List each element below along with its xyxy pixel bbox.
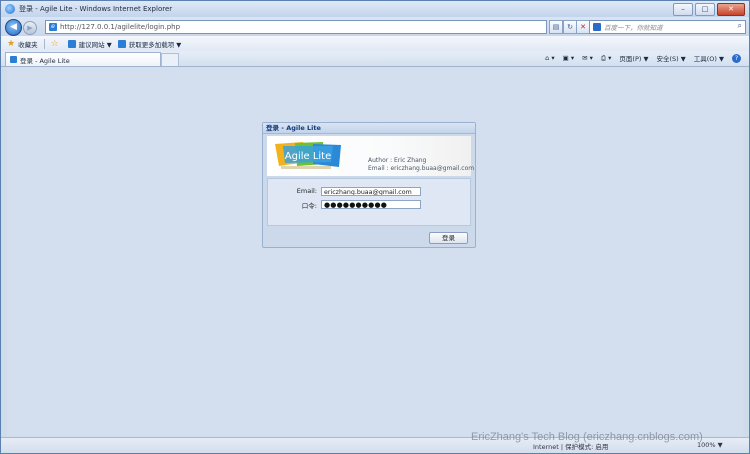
search-box[interactable]: 百度一下，你就知道 ⌕	[589, 20, 746, 34]
baidu-icon	[593, 23, 601, 31]
agile-lite-logo: Agile Lite	[275, 142, 341, 169]
favorites-bar: ★ 收藏夹 ☆ 建议网站 ▼ 获取更多加载项 ▼	[1, 36, 749, 52]
favorites-star-icon: ★	[7, 38, 16, 49]
safety-menu[interactable]: 安全(S) ▼	[656, 53, 685, 63]
tab-label: 登录 - Agile Lite	[20, 56, 70, 65]
suggested-sites-link[interactable]: 建议网站 ▼	[67, 39, 112, 49]
favorites-label: 收藏夹	[18, 40, 38, 49]
search-icon[interactable]: ⌕	[738, 21, 742, 31]
author-email: Email : ericzhang.buaa@gmail.com	[368, 165, 475, 172]
feeds-icon[interactable]: ▣ ▾	[563, 54, 574, 62]
favorites-divider	[43, 38, 45, 49]
email-label: Email:	[296, 187, 317, 195]
suggested-sites-icon	[67, 39, 76, 48]
tab-page-icon	[10, 56, 17, 63]
window-title: 登录 - Agile Lite - Windows Internet Explo…	[19, 5, 173, 13]
addons-icon	[117, 39, 126, 48]
command-bar: ⌂ ▾ ▣ ▾ ✉ ▾ ⎙ ▾ 页面(P) ▼ 安全(S) ▼ 工具(O) ▼ …	[545, 53, 741, 63]
favorites-button[interactable]: ★ 收藏夹	[7, 39, 38, 49]
address-bar[interactable]: e http://127.0.0.1/agilelite/login.php	[45, 20, 547, 34]
dialog-title: 登录 - Agile Lite	[263, 123, 475, 134]
compatibility-view-icon[interactable]: ▤	[549, 20, 563, 34]
add-favorite-button[interactable]: ☆	[51, 39, 62, 49]
browser-window: 登录 - Agile Lite - Windows Internet Explo…	[0, 0, 750, 454]
logo-text: Agile Lite	[285, 151, 332, 162]
minimize-button[interactable]: –	[673, 3, 693, 16]
tab-login[interactable]: 登录 - Agile Lite	[5, 52, 161, 66]
author-name: Author : Eric Zhang	[368, 157, 427, 164]
address-row: ◀ ▶ e http://127.0.0.1/agilelite/login.p…	[1, 17, 749, 36]
more-addons-link[interactable]: 获取更多加载项 ▼	[117, 39, 182, 49]
home-icon[interactable]: ⌂ ▾	[545, 54, 554, 62]
refresh-icon[interactable]: ↻	[563, 20, 577, 34]
password-field[interactable]: ●●●●●●●●●●	[321, 200, 421, 209]
forward-button[interactable]: ▶	[23, 21, 37, 35]
suggested-sites-label: 建议网站 ▼	[78, 40, 112, 49]
login-button[interactable]: 登录	[429, 232, 468, 244]
ie-logo-icon	[5, 4, 15, 14]
login-dialog: 登录 - Agile Lite Agile Lite Author : Eric…	[262, 122, 476, 248]
window-controls: – □ ✕	[673, 3, 745, 16]
new-tab-button[interactable]	[161, 53, 179, 66]
search-placeholder[interactable]: 百度一下，你就知道	[604, 22, 663, 32]
url-text[interactable]: http://127.0.0.1/agilelite/login.php	[60, 23, 180, 31]
page-menu[interactable]: 页面(P) ▼	[619, 53, 648, 63]
dialog-banner: Agile Lite Author : Eric Zhang Email : e…	[267, 136, 474, 176]
tools-menu[interactable]: 工具(O) ▼	[694, 53, 724, 63]
password-label: 口令:	[301, 202, 317, 210]
close-button[interactable]: ✕	[717, 3, 745, 16]
title-bar: 登录 - Agile Lite - Windows Internet Explo…	[1, 1, 749, 17]
tab-row: 登录 - Agile Lite ⌂ ▾ ▣ ▾ ✉ ▾ ⎙ ▾ 页面(P) ▼ …	[1, 51, 749, 67]
help-icon[interactable]: ?	[732, 53, 741, 63]
watermark: EricZhang's Tech Blog (ericzhang.cnblogs…	[471, 431, 703, 443]
maximize-button[interactable]: □	[695, 3, 715, 16]
more-addons-label: 获取更多加载项 ▼	[128, 40, 182, 49]
add-favorite-icon: ☆	[50, 38, 59, 49]
stop-icon[interactable]: ✕	[576, 20, 590, 34]
back-button[interactable]: ◀	[5, 19, 22, 36]
print-icon[interactable]: ⎙ ▾	[601, 54, 612, 63]
mail-icon[interactable]: ✉ ▾	[582, 54, 593, 62]
page-icon: e	[49, 23, 57, 31]
login-form: Email: ericzhang.buaa@gmail.com 口令: ●●●●…	[267, 178, 471, 226]
email-field[interactable]: ericzhang.buaa@gmail.com	[321, 187, 421, 196]
author-info: Author : Eric Zhang Email : ericzhang.bu…	[368, 157, 474, 173]
